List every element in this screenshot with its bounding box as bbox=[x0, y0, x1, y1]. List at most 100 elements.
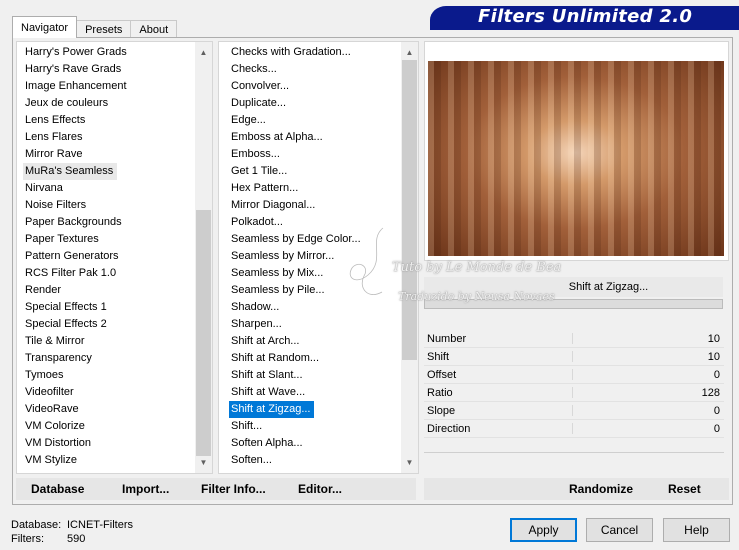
parameter-slider-tick bbox=[572, 387, 573, 398]
parameter-label: Number bbox=[427, 333, 467, 345]
parameter-label: Shift bbox=[427, 351, 450, 363]
filter-item[interactable]: Seamless by Edge Color... bbox=[229, 231, 401, 248]
parameter-row[interactable]: Ratio 128 bbox=[424, 384, 724, 402]
category-item[interactable]: Videofilter bbox=[23, 384, 195, 401]
category-item[interactable]: Harry's Power Grads bbox=[23, 44, 195, 61]
filter-item[interactable]: Shift at Arch... bbox=[229, 333, 401, 350]
filter-item[interactable]: Convolver... bbox=[229, 78, 401, 95]
filter-item[interactable]: Edge... bbox=[229, 112, 401, 129]
tab-strip: Navigator Presets About bbox=[12, 16, 178, 38]
parameter-slider-tick bbox=[572, 333, 573, 344]
parameter-row[interactable]: Direction 0 bbox=[424, 420, 724, 438]
parameter-label: Slope bbox=[427, 405, 456, 417]
left-toolbar: Database Import... Filter Info... Editor… bbox=[16, 478, 416, 500]
category-item[interactable]: Special Effects 2 bbox=[23, 316, 195, 333]
filter-item[interactable]: Mirror Diagonal... bbox=[229, 197, 401, 214]
help-button[interactable]: Help bbox=[663, 518, 730, 542]
parameter-slider-tick bbox=[572, 405, 573, 416]
category-item[interactable]: VM Stylize bbox=[23, 452, 195, 469]
category-item[interactable]: Lens Flares bbox=[23, 129, 195, 146]
filter-item[interactable]: Shift at Random... bbox=[229, 350, 401, 367]
category-item[interactable]: Tile & Mirror bbox=[23, 333, 195, 350]
parameter-value[interactable]: 0 bbox=[714, 366, 720, 384]
parameter-row[interactable]: Offset 0 bbox=[424, 366, 724, 384]
right-toolbar: Randomize Reset bbox=[424, 478, 729, 500]
cancel-button[interactable]: Cancel bbox=[586, 518, 653, 542]
editor-button[interactable]: Editor... bbox=[298, 478, 342, 500]
scroll-up-arrow-icon[interactable]: ▲ bbox=[195, 44, 212, 61]
tab-navigator[interactable]: Navigator bbox=[12, 16, 78, 38]
category-item[interactable]: Special Effects 1 bbox=[23, 299, 195, 316]
tab-about[interactable]: About bbox=[130, 20, 178, 38]
category-item[interactable]: Harry's Rave Grads bbox=[23, 61, 195, 78]
parameter-value[interactable]: 0 bbox=[714, 420, 720, 438]
parameter-slider-tick bbox=[572, 423, 573, 434]
randomize-button[interactable]: Randomize bbox=[569, 478, 633, 500]
scroll-down-arrow-icon[interactable]: ▼ bbox=[401, 454, 418, 471]
filter-scroll-thumb[interactable] bbox=[402, 60, 417, 360]
category-item[interactable]: Image Enhancement bbox=[23, 78, 195, 95]
category-item[interactable]: VideoRave bbox=[23, 401, 195, 418]
category-item[interactable]: Paper Textures bbox=[23, 231, 195, 248]
category-list[interactable]: Harry's Power Grads Harry's Rave Grads Ima… bbox=[16, 41, 213, 474]
filter-item[interactable]: Seamless by Mirror... bbox=[229, 248, 401, 265]
filter-item[interactable]: Seamless by Mix... bbox=[229, 265, 401, 282]
parameter-row[interactable]: Shift 10 bbox=[424, 348, 724, 366]
category-item[interactable]: RCS Filter Pak 1.0 bbox=[23, 265, 195, 282]
parameter-value[interactable]: 0 bbox=[714, 402, 720, 420]
parameter-row[interactable]: Number 10 bbox=[424, 330, 724, 348]
filter-item[interactable]: Duplicate... bbox=[229, 95, 401, 112]
parameter-value[interactable]: 10 bbox=[708, 330, 720, 348]
scroll-down-arrow-icon[interactable]: ▼ bbox=[195, 454, 212, 471]
filter-item[interactable]: Soften... bbox=[229, 452, 401, 469]
category-item[interactable]: Jeux de couleurs bbox=[23, 95, 195, 112]
database-button[interactable]: Database bbox=[31, 478, 84, 500]
filter-item[interactable]: Emboss... bbox=[229, 146, 401, 163]
category-item[interactable]: Mirror Rave bbox=[23, 146, 195, 163]
category-item[interactable]: Noise Filters bbox=[23, 197, 195, 214]
category-item[interactable]: Paper Backgrounds bbox=[23, 214, 195, 231]
scroll-up-arrow-icon[interactable]: ▲ bbox=[401, 44, 418, 61]
filter-item[interactable]: Polkadot... bbox=[229, 214, 401, 231]
filter-item[interactable]: Sharpen... bbox=[229, 316, 401, 333]
status-info: Database: ICNET-Filters Filters: 590 bbox=[11, 518, 133, 546]
parameter-row[interactable]: Slope 0 bbox=[424, 402, 724, 420]
category-item[interactable]: Lens Effects bbox=[23, 112, 195, 129]
filter-item[interactable]: Soften Alpha... bbox=[229, 435, 401, 452]
filter-item[interactable]: Emboss at Alpha... bbox=[229, 129, 401, 146]
filter-item[interactable]: Seamless by Pile... bbox=[229, 282, 401, 299]
category-scroll-thumb[interactable] bbox=[196, 210, 211, 456]
import-button[interactable]: Import... bbox=[122, 478, 169, 500]
filters-count-label: Filters: bbox=[11, 533, 44, 545]
filter-list[interactable]: Checks with Gradation... Checks... Convolv… bbox=[218, 41, 419, 474]
category-item[interactable]: Render bbox=[23, 282, 195, 299]
parameter-label: Direction bbox=[427, 423, 471, 435]
filter-item[interactable]: Shift at Slant... bbox=[229, 367, 401, 384]
filter-item[interactable]: Shift at Zigzag... bbox=[229, 401, 315, 418]
filter-item[interactable]: Shadow... bbox=[229, 299, 401, 316]
category-item[interactable]: MuRa's Seamless bbox=[23, 163, 118, 180]
parameter-value[interactable]: 10 bbox=[708, 348, 720, 366]
category-item[interactable]: VM Distortion bbox=[23, 435, 195, 452]
category-item[interactable]: Nirvana bbox=[23, 180, 195, 197]
tab-presets[interactable]: Presets bbox=[76, 20, 132, 38]
filter-item[interactable]: Hex Pattern... bbox=[229, 180, 401, 197]
filter-rows: Checks with Gradation... Checks... Convolv… bbox=[229, 44, 401, 469]
filter-item[interactable]: Get 1 Tile... bbox=[229, 163, 401, 180]
filter-item[interactable]: Shift at Wave... bbox=[229, 384, 401, 401]
parameter-value[interactable]: 128 bbox=[702, 384, 720, 402]
category-item[interactable]: Transparency bbox=[23, 350, 195, 367]
category-item[interactable]: VM Colorize bbox=[23, 418, 195, 435]
filter-name-bar bbox=[424, 299, 723, 309]
filter-item[interactable]: Checks... bbox=[229, 61, 401, 78]
apply-button[interactable]: Apply bbox=[510, 518, 577, 542]
filter-info-button[interactable]: Filter Info... bbox=[201, 478, 266, 500]
category-item[interactable]: Tymoes bbox=[23, 367, 195, 384]
filter-item[interactable]: Shift... bbox=[229, 418, 401, 435]
filter-name-label: Shift at Zigzag... bbox=[424, 277, 723, 297]
filter-scrollbar[interactable]: ▲ ▼ bbox=[401, 42, 418, 473]
category-item[interactable]: Pattern Generators bbox=[23, 248, 195, 265]
reset-button[interactable]: Reset bbox=[668, 478, 701, 500]
filter-item[interactable]: Checks with Gradation... bbox=[229, 44, 401, 61]
category-scrollbar[interactable]: ▲ ▼ bbox=[195, 42, 212, 473]
